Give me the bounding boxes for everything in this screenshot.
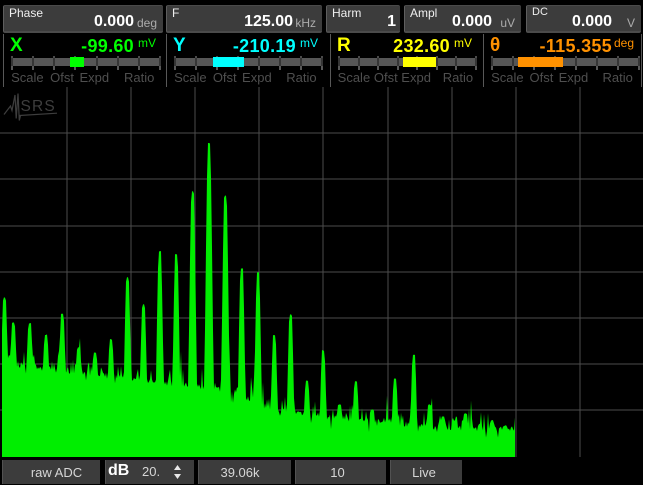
- svg-text:SRS: SRS: [21, 98, 56, 115]
